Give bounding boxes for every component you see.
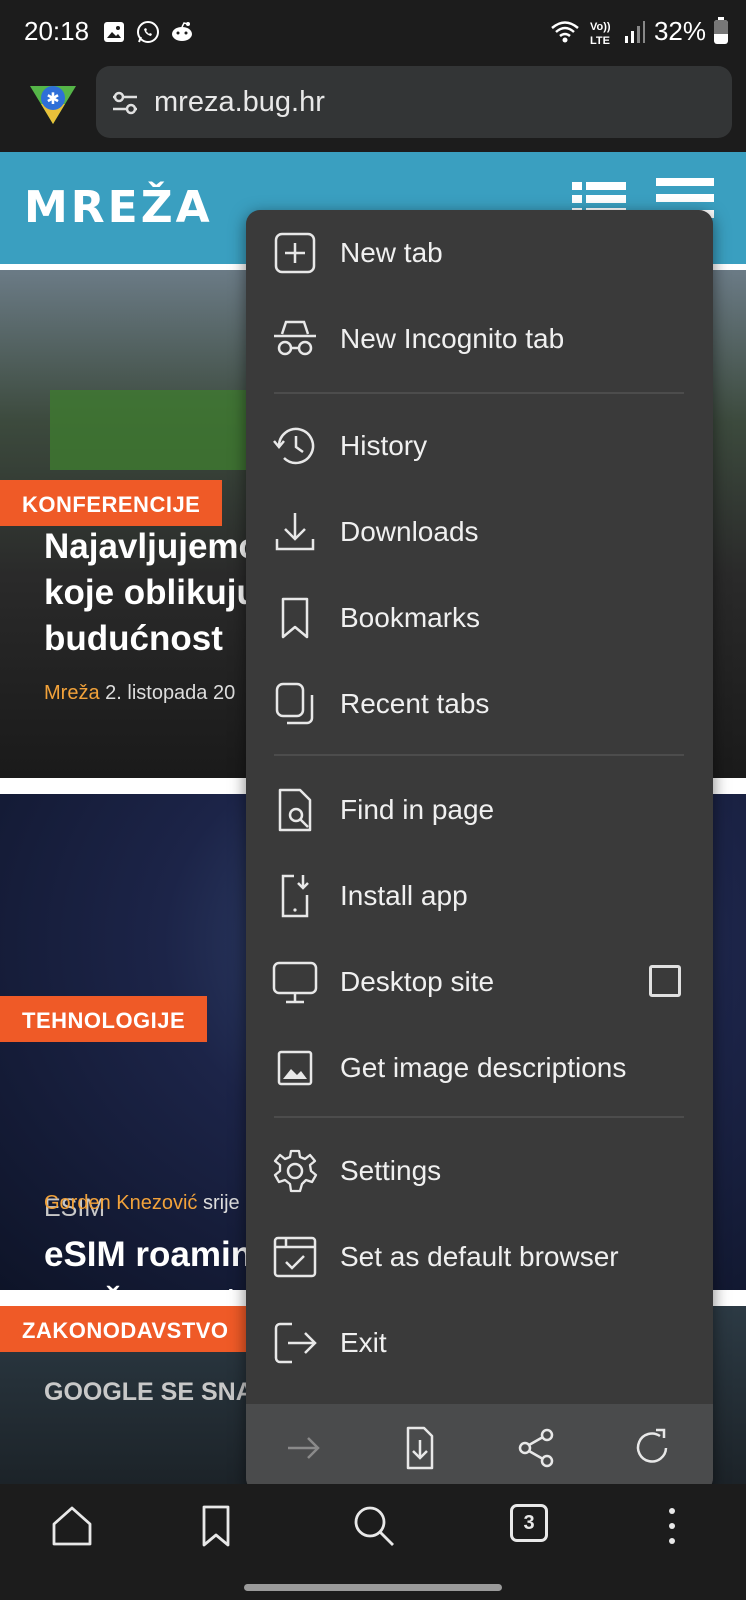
- article-meta: Mreža 2. listopada 20: [44, 682, 235, 705]
- menu-label: Desktop site: [340, 966, 495, 997]
- search-icon[interactable]: [350, 1502, 398, 1550]
- url-text[interactable]: mreza.bug.hr: [154, 86, 325, 119]
- menu-divider: [274, 392, 684, 394]
- tabs-icon[interactable]: 3: [510, 1504, 548, 1542]
- svg-text:Vo)): Vo)): [590, 21, 611, 33]
- menu-item-new-incognito-tab[interactable]: New Incognito tab: [246, 296, 713, 382]
- status-indicators: Vo)) LTE 32%: [550, 16, 728, 47]
- article-author[interactable]: Mreža: [44, 682, 100, 704]
- overflow-menu: New tab New Incognito tab History Downlo…: [246, 210, 713, 1492]
- menu-divider: [274, 1116, 684, 1118]
- reload-icon[interactable]: [630, 1426, 674, 1470]
- menu-item-history[interactable]: History: [246, 403, 713, 489]
- site-logo[interactable]: MREŽA: [24, 182, 213, 233]
- share-icon[interactable]: [514, 1426, 558, 1470]
- address-bar[interactable]: mreza.bug.hr: [96, 66, 732, 138]
- bottom-navigation: 3: [0, 1484, 746, 1600]
- status-time: 20:18: [24, 16, 90, 46]
- image-icon: [277, 1050, 313, 1086]
- article-author[interactable]: Gorden Knezović: [44, 1192, 197, 1214]
- download-page-icon[interactable]: [398, 1426, 442, 1470]
- default-browser-icon: [273, 1236, 317, 1278]
- bookmark-icon: [281, 597, 309, 639]
- menu-divider: [274, 754, 684, 756]
- menu-item-exit[interactable]: Exit: [246, 1300, 713, 1386]
- category-tag[interactable]: ZAKONODAVSTVO: [0, 1306, 251, 1352]
- menu-label: Bookmarks: [340, 602, 481, 633]
- exit-icon: [274, 1322, 317, 1364]
- menu-item-bookmarks[interactable]: Bookmarks: [246, 575, 713, 661]
- browser-toolbar: ✱ mreza.bug.hr: [0, 64, 746, 152]
- signal-icon: [624, 20, 645, 43]
- menu-label: Get image descriptions: [340, 1052, 627, 1083]
- svg-text:✱: ✱: [46, 89, 59, 108]
- bookmark-icon[interactable]: [192, 1502, 240, 1550]
- notification-icons: [102, 20, 194, 44]
- category-tag[interactable]: KONFERENCIJE: [0, 480, 223, 526]
- more-vert-icon[interactable]: [648, 1502, 696, 1550]
- forward-icon[interactable]: [282, 1426, 326, 1470]
- menu-item-downloads[interactable]: Downloads: [246, 489, 713, 575]
- article-meta: Gorden Knezović srije: [44, 1192, 240, 1215]
- home-icon[interactable]: [48, 1502, 96, 1550]
- menu-label: Exit: [340, 1327, 387, 1358]
- article-image: [50, 390, 250, 470]
- menu-item-set-as-default-browser[interactable]: Set as default browser: [246, 1214, 713, 1300]
- site-favicon-icon[interactable]: ✱: [26, 76, 80, 130]
- reddit-notification-icon: [172, 22, 192, 41]
- menu-label: New tab: [340, 237, 443, 268]
- category-tag[interactable]: TEHNOLOGIJE: [0, 996, 208, 1042]
- menu-item-settings[interactable]: Settings: [246, 1128, 713, 1214]
- gear-icon: [273, 1149, 318, 1193]
- battery-percent: 32%: [653, 16, 706, 46]
- svg-text:LTE: LTE: [590, 35, 610, 46]
- menu-label: Recent tabs: [340, 688, 490, 719]
- menu-item-desktop-site[interactable]: Desktop site: [246, 939, 713, 1025]
- site-settings-icon[interactable]: [110, 88, 140, 118]
- menu-label: Settings: [340, 1155, 442, 1186]
- desktop-icon: [272, 961, 318, 1004]
- wifi-icon: [551, 20, 579, 42]
- incognito-icon: [274, 320, 316, 356]
- menu-item-install-app[interactable]: Install app: [246, 853, 713, 939]
- gesture-bar[interactable]: [244, 1584, 502, 1591]
- article-date: 2. listopada 20: [99, 682, 236, 704]
- new-tab-icon: [274, 232, 316, 274]
- download-icon: [275, 513, 315, 551]
- battery-icon: [714, 16, 728, 44]
- menu-item-recent-tabs[interactable]: Recent tabs: [246, 661, 713, 747]
- menu-action-row: [246, 1404, 713, 1492]
- history-icon: [273, 427, 315, 465]
- install-app-icon: [281, 874, 309, 918]
- menu-label: Downloads: [340, 516, 479, 547]
- menu-item-new-tab[interactable]: New tab: [246, 210, 713, 296]
- menu-item-get-image-descriptions[interactable]: Get image descriptions: [246, 1025, 713, 1111]
- article-date: srije: [197, 1192, 240, 1214]
- menu-label: Install app: [340, 880, 468, 911]
- volte-icon: Vo)) LTE: [590, 21, 611, 46]
- find-in-page-icon: [278, 788, 312, 832]
- menu-label: Set as default browser: [340, 1241, 619, 1272]
- menu-label: Find in page: [340, 794, 495, 825]
- menu-label: History: [340, 430, 428, 461]
- menu-label: New Incognito tab: [340, 323, 565, 354]
- recent-tabs-icon: [275, 682, 314, 725]
- status-bar: 20:18 Vo)) LTE 32%: [0, 0, 746, 64]
- menu-item-find-in-page[interactable]: Find in page: [246, 767, 713, 853]
- gallery-notification-icon: [104, 22, 124, 42]
- desktop-site-checkbox[interactable]: [649, 965, 681, 997]
- article-title[interactable]: GOOGLE SE SNA: [44, 1378, 254, 1407]
- whatsapp-notification-icon: [137, 21, 159, 43]
